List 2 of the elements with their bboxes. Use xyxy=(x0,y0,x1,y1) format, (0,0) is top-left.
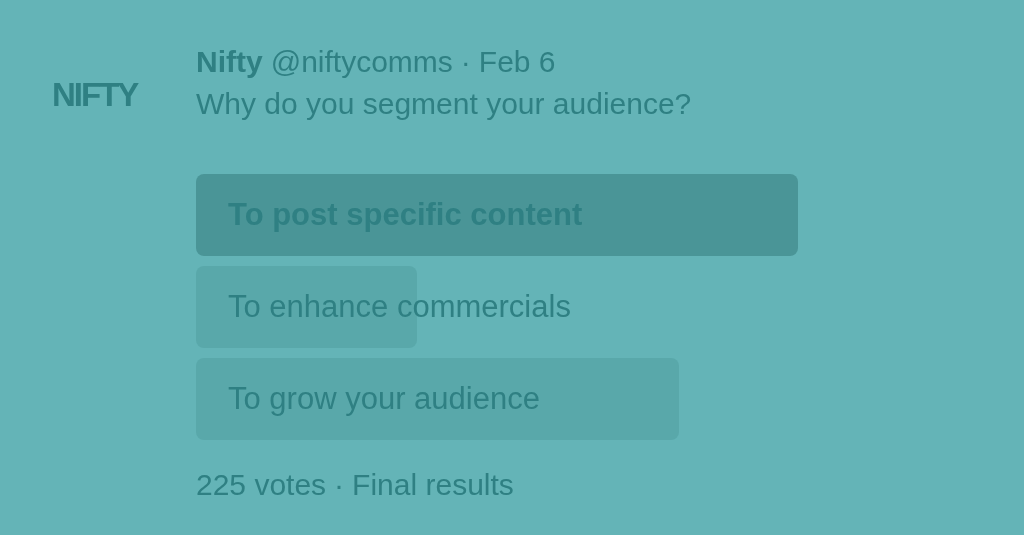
separator-dot: · xyxy=(460,44,471,80)
separator-dot: · xyxy=(334,468,345,502)
